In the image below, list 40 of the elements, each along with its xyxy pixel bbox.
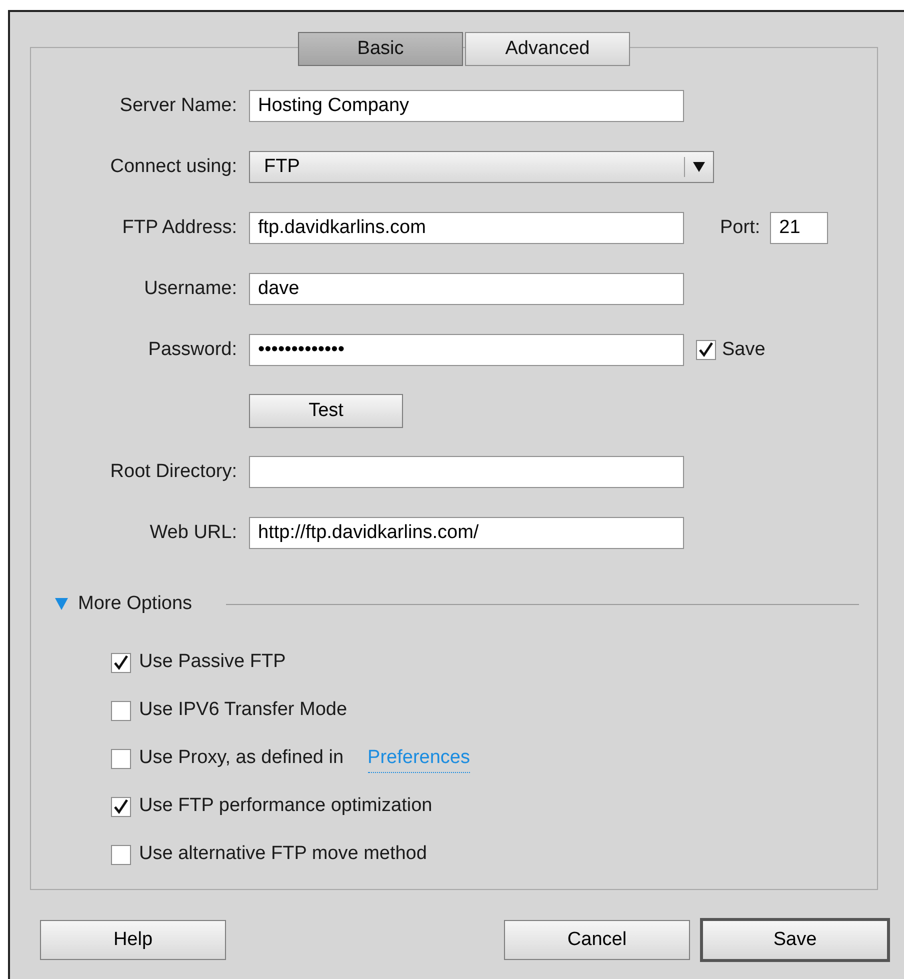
field-label: FTP Address: [122, 216, 237, 240]
save-label: Save [722, 338, 766, 362]
section-title[interactable]: More Options [78, 590, 192, 618]
field-label: Root Directory: [110, 460, 237, 484]
triangle-down-icon[interactable] [55, 598, 68, 610]
checkbox[interactable] [111, 844, 131, 864]
port-label: Port: [720, 216, 760, 240]
option-label: Use Passive FTP [139, 650, 286, 674]
input-field[interactable]: Hosting Company [249, 90, 684, 122]
tab[interactable]: Basic [298, 32, 463, 66]
checkbox[interactable] [111, 748, 131, 768]
checkbox[interactable] [111, 796, 131, 816]
password-field[interactable]: ••••••••••••• [249, 334, 684, 366]
option-label: Use alternative FTP move method [139, 842, 427, 866]
option-label: Use Proxy, as defined in [139, 746, 344, 770]
checkbox[interactable] [111, 700, 131, 720]
dropdown[interactable]: FTP [249, 151, 714, 183]
port-field[interactable]: 21 [770, 212, 828, 244]
input-field[interactable]: ftp.davidkarlins.com [249, 212, 684, 244]
input-field[interactable]: http://ftp.davidkarlins.com/ [249, 517, 684, 549]
test-button[interactable]: Test [249, 394, 403, 428]
checkbox[interactable] [696, 340, 716, 360]
checkmark-icon [698, 342, 714, 358]
field-label: Web URL: [150, 520, 237, 545]
option-label: Use FTP performance optimization [139, 794, 432, 818]
dialog-button[interactable]: Save [700, 918, 890, 962]
checkmark-icon [113, 654, 129, 670]
field-label: Username: [144, 276, 237, 301]
input-field[interactable] [249, 456, 684, 488]
tab[interactable]: Advanced [465, 32, 630, 66]
field-label: Server Name: [120, 94, 237, 118]
input-field[interactable]: dave [249, 273, 684, 305]
caret-icon [693, 162, 705, 172]
dialog-button[interactable]: Help [40, 920, 226, 960]
option-label: Use IPV6 Transfer Mode [139, 698, 348, 722]
checkmark-icon [113, 798, 129, 814]
field-label: Password: [148, 338, 237, 362]
field-label: Connect using: [110, 154, 237, 179]
dialog-button[interactable]: Cancel [504, 920, 690, 960]
checkbox[interactable] [111, 652, 131, 672]
